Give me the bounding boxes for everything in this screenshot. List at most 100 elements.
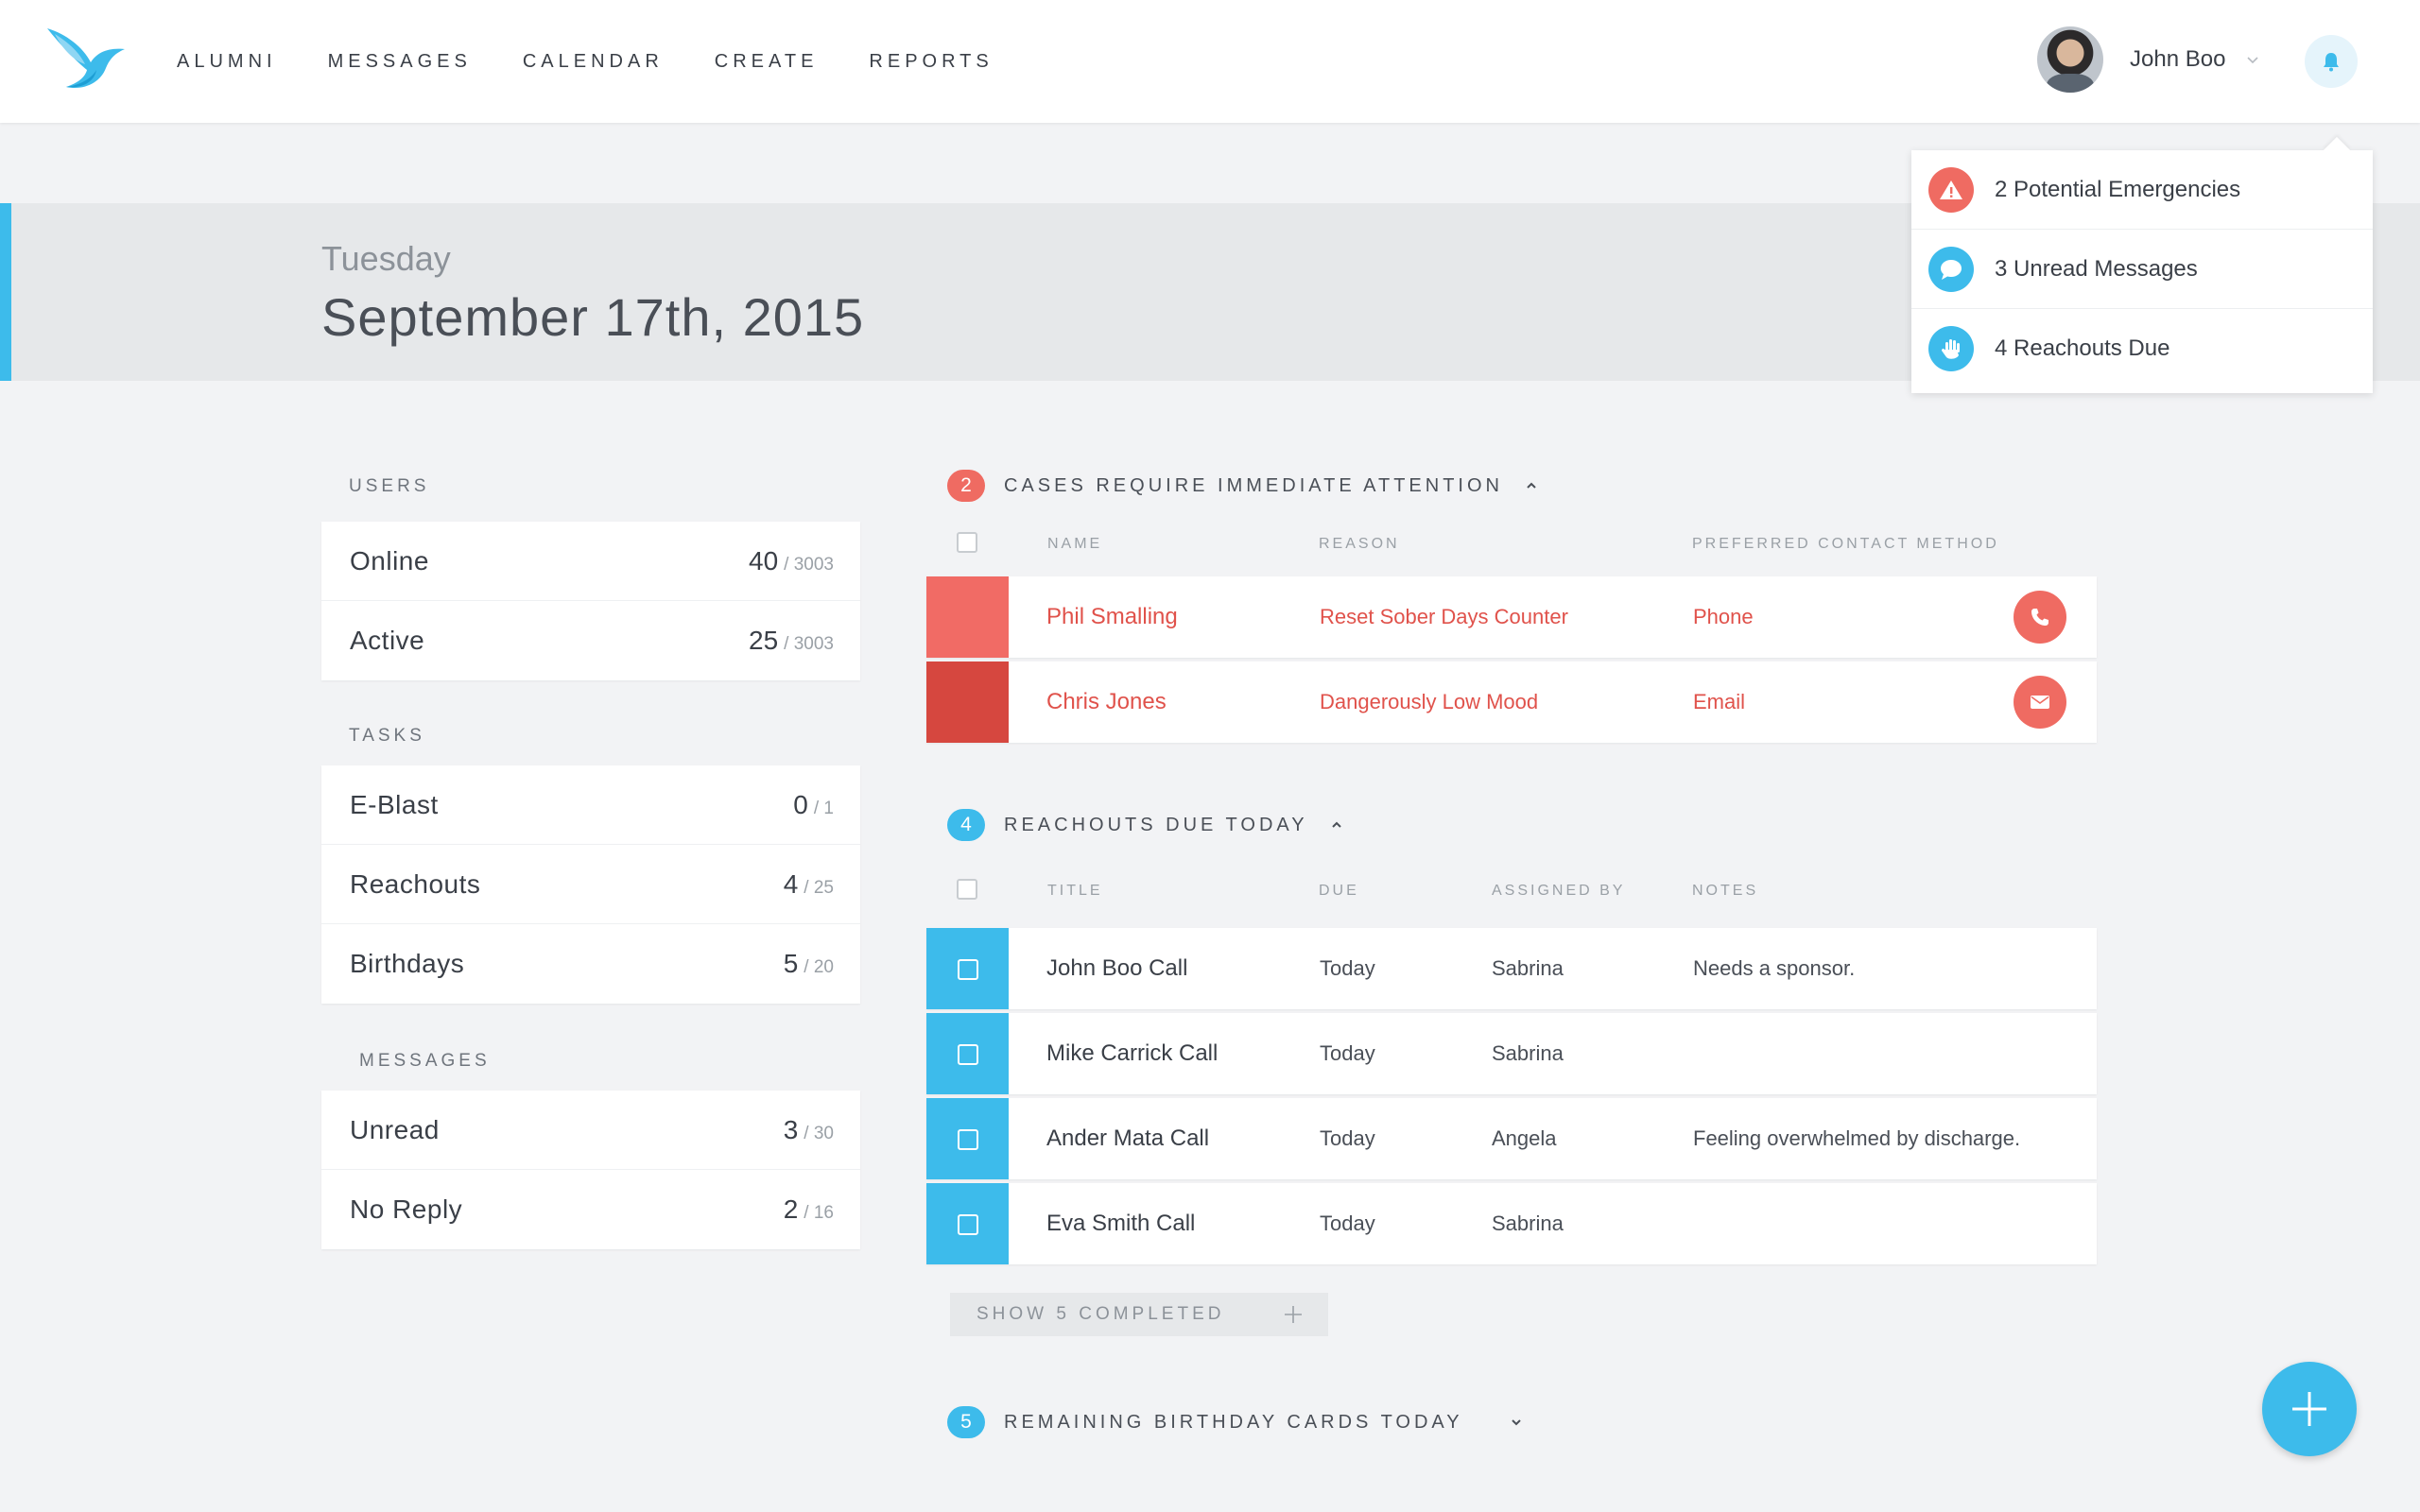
chevron-up-icon[interactable]	[1524, 478, 1539, 493]
stat-value: 4	[783, 868, 799, 899]
birthdays-count-badge: 5	[947, 1406, 985, 1438]
reachout-row-stripe	[926, 1098, 1009, 1179]
reachout-row[interactable]: Eva Smith Call Today Sabrina	[926, 1183, 2097, 1264]
nav-calendar[interactable]: CALENDAR	[523, 51, 664, 73]
case-contact-method: Email	[1693, 690, 1746, 713]
plus-icon	[2292, 1392, 2326, 1426]
stat-label: Reachouts	[350, 868, 481, 899]
column-header-reason[interactable]: REASON	[1319, 536, 1400, 553]
stat-value: 40	[749, 545, 779, 576]
messages-heading: MESSAGES	[359, 1051, 491, 1071]
case-name: Phil Smalling	[1046, 604, 1178, 629]
nav-create[interactable]: CREATE	[715, 51, 819, 73]
reachout-row[interactable]: Mike Carrick Call Today Sabrina	[926, 1013, 2097, 1094]
stat-row-active[interactable]: Active 25/ 3003	[321, 601, 860, 680]
row-checkbox[interactable]	[958, 959, 978, 980]
nav-reports[interactable]: REPORTS	[869, 51, 993, 73]
warning-icon	[1928, 166, 1974, 213]
case-row-stripe	[926, 576, 1009, 658]
reachout-row[interactable]: John Boo Call Today Sabrina Needs a spon…	[926, 928, 2097, 1009]
stat-total: / 30	[804, 1123, 834, 1143]
phone-icon	[2031, 609, 2048, 626]
stat-label: Birthdays	[350, 949, 465, 978]
stat-value: 0	[793, 789, 808, 819]
notifications-popup: 2 Potential Emergencies 3 Unread Message…	[1911, 150, 2373, 393]
column-header-notes[interactable]: NOTES	[1692, 883, 1758, 900]
email-button[interactable]	[2014, 676, 2066, 729]
notification-unread-messages[interactable]: 3 Unread Messages	[1911, 230, 2373, 309]
reachout-due: Today	[1320, 1126, 1375, 1150]
bell-icon	[2324, 53, 2339, 72]
user-name[interactable]: John Boo	[2130, 46, 2225, 73]
reachouts-count-badge: 4	[947, 809, 985, 841]
reachout-due: Today	[1320, 1211, 1375, 1235]
row-checkbox[interactable]	[958, 1214, 978, 1235]
reachouts-select-all-checkbox[interactable]	[957, 879, 977, 900]
case-row[interactable]: Chris Jones Dangerously Low Mood Email	[926, 662, 2097, 743]
cases-select-all-checkbox[interactable]	[957, 532, 977, 553]
stat-total: / 3003	[784, 634, 834, 654]
notification-emergencies[interactable]: 2 Potential Emergencies	[1911, 150, 2373, 230]
column-header-name[interactable]: NAME	[1047, 536, 1102, 553]
case-contact-method: Phone	[1693, 605, 1754, 628]
reachouts-section-header[interactable]: 4 REACHOUTS DUE TODAY	[947, 809, 1344, 841]
hand-icon	[1928, 326, 1974, 371]
column-header-assigned-by[interactable]: ASSIGNED BY	[1492, 883, 1625, 900]
show-completed-label: SHOW 5 COMPLETED	[977, 1304, 1225, 1324]
reachout-row[interactable]: Ander Mata Call Today Angela Feeling ove…	[926, 1098, 2097, 1179]
users-heading: USERS	[349, 476, 430, 496]
stat-row-unread[interactable]: Unread 3/ 30	[321, 1091, 860, 1170]
stat-label: No Reply	[350, 1194, 463, 1224]
column-header-title[interactable]: TITLE	[1047, 883, 1103, 900]
chevron-down-icon[interactable]	[1509, 1415, 1524, 1430]
tasks-card: E-Blast 0/ 1 Reachouts 4/ 25 Birthdays 5…	[321, 765, 860, 1004]
stat-total: / 25	[804, 877, 834, 898]
reachout-title: Ander Mata Call	[1046, 1125, 1210, 1151]
tasks-heading: TASKS	[349, 726, 425, 746]
cases-count-badge: 2	[947, 470, 985, 502]
stat-label: Unread	[350, 1114, 440, 1144]
row-checkbox[interactable]	[958, 1129, 978, 1150]
chevron-up-icon[interactable]	[1329, 817, 1344, 833]
nav-messages[interactable]: MESSAGES	[328, 51, 472, 73]
stat-label: E-Blast	[350, 789, 439, 819]
chat-bubble-icon	[1928, 246, 1974, 292]
reachout-title: Eva Smith Call	[1046, 1211, 1196, 1236]
case-row-stripe	[926, 662, 1009, 743]
reachout-row-stripe	[926, 1013, 1009, 1094]
stat-label: Active	[350, 626, 425, 655]
chevron-down-icon[interactable]	[2246, 53, 2259, 66]
bird-logo-icon[interactable]	[45, 25, 127, 93]
top-navigation-bar: ALUMNI MESSAGES CALENDAR CREATE REPORTS …	[0, 0, 2420, 123]
column-header-due[interactable]: DUE	[1319, 883, 1359, 900]
reachouts-section-title: REACHOUTS DUE TODAY	[1004, 814, 1308, 835]
avatar[interactable]	[2037, 26, 2103, 93]
row-checkbox[interactable]	[958, 1044, 978, 1065]
column-header-contact-method[interactable]: PREFERRED CONTACT METHOD	[1692, 536, 1999, 553]
stat-total: / 1	[813, 798, 834, 818]
case-row[interactable]: Phil Smalling Reset Sober Days Counter P…	[926, 576, 2097, 658]
stat-row-birthdays[interactable]: Birthdays 5/ 20	[321, 924, 860, 1004]
stat-row-online[interactable]: Online 40/ 3003	[321, 522, 860, 601]
user-menu[interactable]: John Boo	[2037, 26, 2259, 93]
notification-text: 2 Potential Emergencies	[1995, 176, 2241, 202]
birthdays-section-header[interactable]: 5 REMAINING BIRTHDAY CARDS TODAY	[947, 1406, 1524, 1438]
case-name: Chris Jones	[1046, 689, 1167, 714]
reachout-row-stripe	[926, 1183, 1009, 1264]
main-nav: ALUMNI MESSAGES CALENDAR CREATE REPORTS	[177, 51, 1045, 73]
cases-section-header[interactable]: 2 CASES REQUIRE IMMEDIATE ATTENTION	[947, 470, 1539, 502]
notifications-button[interactable]	[2305, 35, 2358, 88]
stat-row-e-blast[interactable]: E-Blast 0/ 1	[321, 765, 860, 845]
stat-label: Online	[350, 545, 429, 576]
reachout-notes: Feeling overwhelmed by discharge.	[1693, 1126, 2021, 1150]
stat-row-reachouts[interactable]: Reachouts 4/ 25	[321, 845, 860, 924]
notification-reachouts[interactable]: 4 Reachouts Due	[1911, 309, 2373, 388]
reachout-assigned-by: Angela	[1492, 1126, 1557, 1150]
reachout-notes: Needs a sponsor.	[1693, 956, 1856, 980]
nav-alumni[interactable]: ALUMNI	[177, 51, 277, 73]
show-completed-button[interactable]: SHOW 5 COMPLETED	[950, 1293, 1328, 1336]
add-floating-button[interactable]	[2262, 1362, 2357, 1456]
stat-row-no-reply[interactable]: No Reply 2/ 16	[321, 1170, 860, 1249]
stat-value: 2	[783, 1194, 799, 1224]
call-button[interactable]	[2014, 591, 2066, 644]
